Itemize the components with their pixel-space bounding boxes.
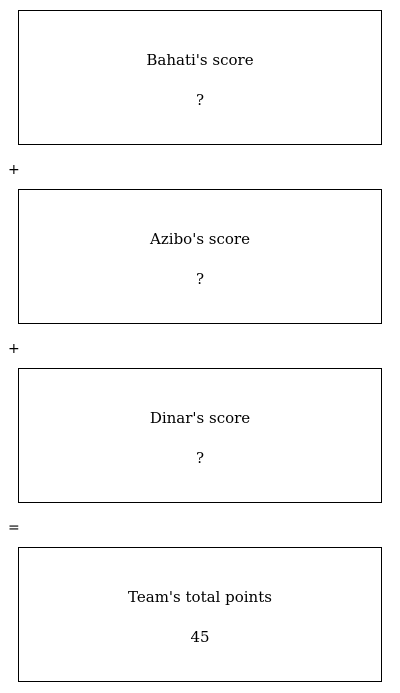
- azibo-score-value: ?: [195, 270, 205, 288]
- bahati-score-value: ?: [195, 91, 205, 109]
- plus-operator-1: +: [8, 162, 20, 178]
- bahati-score-label: Bahati's score: [146, 51, 254, 69]
- dinar-score-label: Dinar's score: [149, 409, 251, 427]
- team-total-label: Team's total points: [128, 588, 272, 606]
- equals-operator: =: [8, 520, 20, 536]
- dinar-score-box: Dinar's score ?: [18, 368, 382, 503]
- team-total-value: 45: [190, 628, 210, 646]
- team-total-box: Team's total points 45: [18, 547, 382, 682]
- bahati-score-box: Bahati's score ?: [18, 10, 382, 145]
- plus-operator-2: +: [8, 341, 20, 357]
- azibo-score-label: Azibo's score: [150, 230, 250, 248]
- dinar-score-value: ?: [195, 449, 205, 467]
- azibo-score-box: Azibo's score ?: [18, 189, 382, 324]
